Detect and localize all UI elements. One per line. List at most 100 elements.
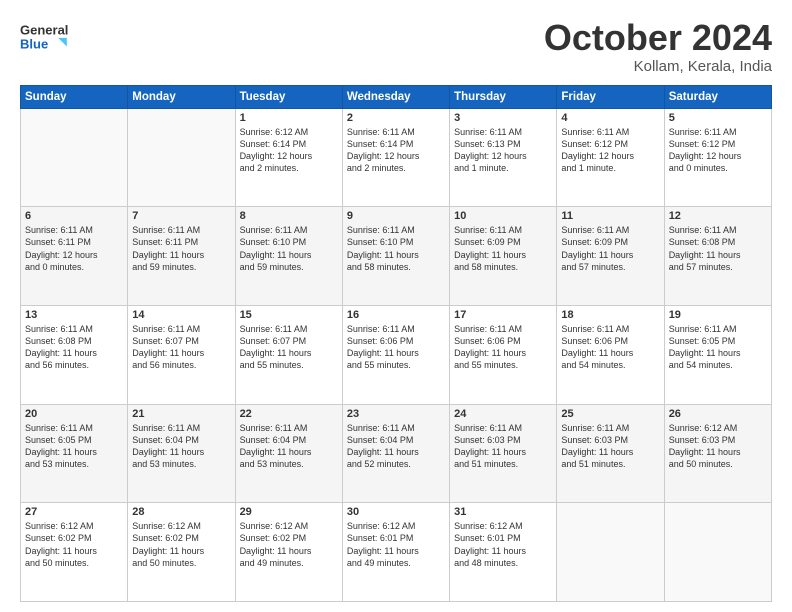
day-detail: Sunrise: 6:11 AM Sunset: 6:04 PM Dayligh… (132, 422, 230, 471)
calendar-cell: 8 Sunrise: 6:11 AM Sunset: 6:10 PM Daylig… (235, 207, 342, 306)
day-detail: Sunrise: 6:11 AM Sunset: 6:12 PM Dayligh… (669, 126, 767, 175)
day-detail: Sunrise: 6:11 AM Sunset: 6:08 PM Dayligh… (25, 323, 123, 372)
calendar-cell: 6 Sunrise: 6:11 AM Sunset: 6:11 PM Daylig… (21, 207, 128, 306)
calendar-cell: 25 Sunrise: 6:11 AM Sunset: 6:03 PM Dayli… (557, 404, 664, 503)
calendar-cell: 10Sunrise: 6:11 AM Sunset: 6:09 PM Dayli… (450, 207, 557, 306)
day-number: 19 (669, 309, 767, 321)
day-detail: Sunrise: 6:12 AM Sunset: 6:01 PM Dayligh… (347, 520, 445, 569)
day-number: 24 (454, 408, 552, 420)
day-detail: Sunrise: 6:11 AM Sunset: 6:06 PM Dayligh… (454, 323, 552, 372)
calendar-cell (557, 503, 664, 602)
calendar-cell: 16 Sunrise: 6:11 AM Sunset: 6:06 PM Dayli… (342, 305, 449, 404)
day-detail: Sunrise: 6:11 AM Sunset: 6:04 PM Dayligh… (347, 422, 445, 471)
calendar-week-1: 6 Sunrise: 6:11 AM Sunset: 6:11 PM Daylig… (21, 207, 772, 306)
page: General Blue October 2024 Kollam, Kerala… (0, 0, 792, 612)
calendar-cell: 29Sunrise: 6:12 AM Sunset: 6:02 PM Dayli… (235, 503, 342, 602)
day-number: 9 (347, 210, 445, 222)
month-title: October 2024 (544, 18, 772, 58)
day-number: 18 (561, 309, 659, 321)
calendar-header-thursday: Thursday (450, 85, 557, 108)
svg-text:General: General (20, 22, 68, 37)
day-number: 6 (25, 210, 123, 222)
day-detail: Sunrise: 6:11 AM Sunset: 6:07 PM Dayligh… (240, 323, 338, 372)
calendar-header-row: SundayMondayTuesdayWednesdayThursdayFrid… (21, 85, 772, 108)
calendar-cell: 9Sunrise: 6:11 AM Sunset: 6:10 PM Daylig… (342, 207, 449, 306)
calendar-cell: 24 Sunrise: 6:11 AM Sunset: 6:03 PM Dayli… (450, 404, 557, 503)
day-number: 3 (454, 112, 552, 124)
day-detail: Sunrise: 6:11 AM Sunset: 6:05 PM Dayligh… (25, 422, 123, 471)
day-number: 16 (347, 309, 445, 321)
logo-svg: General Blue (20, 18, 72, 56)
calendar-cell (664, 503, 771, 602)
day-number: 26 (669, 408, 767, 420)
calendar-header-tuesday: Tuesday (235, 85, 342, 108)
day-number: 28 (132, 506, 230, 518)
day-detail: Sunrise: 6:11 AM Sunset: 6:03 PM Dayligh… (561, 422, 659, 471)
day-number: 22 (240, 408, 338, 420)
day-detail: Sunrise: 6:11 AM Sunset: 6:11 PM Dayligh… (25, 224, 123, 273)
location: Kollam, Kerala, India (544, 58, 772, 75)
day-detail: Sunrise: 6:11 AM Sunset: 6:05 PM Dayligh… (669, 323, 767, 372)
day-number: 8 (240, 210, 338, 222)
day-number: 21 (132, 408, 230, 420)
day-number: 5 (669, 112, 767, 124)
calendar-cell: 5 Sunrise: 6:11 AM Sunset: 6:12 PM Daylig… (664, 108, 771, 207)
calendar-cell: 11Sunrise: 6:11 AM Sunset: 6:09 PM Dayli… (557, 207, 664, 306)
calendar-cell: 15 Sunrise: 6:11 AM Sunset: 6:07 PM Dayli… (235, 305, 342, 404)
calendar-header-sunday: Sunday (21, 85, 128, 108)
calendar-cell: 28Sunrise: 6:12 AM Sunset: 6:02 PM Dayli… (128, 503, 235, 602)
calendar-cell: 18 Sunrise: 6:11 AM Sunset: 6:06 PM Dayli… (557, 305, 664, 404)
day-detail: Sunrise: 6:11 AM Sunset: 6:07 PM Dayligh… (132, 323, 230, 372)
calendar-cell: 1 Sunrise: 6:12 AM Sunset: 6:14 PM Daylig… (235, 108, 342, 207)
calendar-cell: 7 Sunrise: 6:11 AM Sunset: 6:11 PM Daylig… (128, 207, 235, 306)
day-detail: Sunrise: 6:12 AM Sunset: 6:03 PM Dayligh… (669, 422, 767, 471)
calendar-cell: 12 Sunrise: 6:11 AM Sunset: 6:08 PM Dayli… (664, 207, 771, 306)
calendar-table: SundayMondayTuesdayWednesdayThursdayFrid… (20, 85, 772, 602)
svg-text:Blue: Blue (20, 36, 48, 51)
logo: General Blue (20, 18, 72, 56)
day-detail: Sunrise: 6:11 AM Sunset: 6:06 PM Dayligh… (347, 323, 445, 372)
calendar-week-0: 1 Sunrise: 6:12 AM Sunset: 6:14 PM Daylig… (21, 108, 772, 207)
calendar-header-saturday: Saturday (664, 85, 771, 108)
day-detail: Sunrise: 6:12 AM Sunset: 6:01 PM Dayligh… (454, 520, 552, 569)
calendar-cell: 27Sunrise: 6:12 AM Sunset: 6:02 PM Dayli… (21, 503, 128, 602)
day-detail: Sunrise: 6:11 AM Sunset: 6:11 PM Dayligh… (132, 224, 230, 273)
calendar-cell (128, 108, 235, 207)
day-number: 25 (561, 408, 659, 420)
day-detail: Sunrise: 6:11 AM Sunset: 6:09 PM Dayligh… (561, 224, 659, 273)
day-detail: Sunrise: 6:11 AM Sunset: 6:13 PM Dayligh… (454, 126, 552, 175)
day-number: 30 (347, 506, 445, 518)
day-detail: Sunrise: 6:11 AM Sunset: 6:10 PM Dayligh… (240, 224, 338, 273)
day-number: 15 (240, 309, 338, 321)
day-detail: Sunrise: 6:11 AM Sunset: 6:12 PM Dayligh… (561, 126, 659, 175)
calendar-cell: 13Sunrise: 6:11 AM Sunset: 6:08 PM Dayli… (21, 305, 128, 404)
day-number: 2 (347, 112, 445, 124)
day-number: 7 (132, 210, 230, 222)
day-detail: Sunrise: 6:11 AM Sunset: 6:14 PM Dayligh… (347, 126, 445, 175)
day-detail: Sunrise: 6:11 AM Sunset: 6:08 PM Dayligh… (669, 224, 767, 273)
day-detail: Sunrise: 6:11 AM Sunset: 6:03 PM Dayligh… (454, 422, 552, 471)
calendar-cell: 21 Sunrise: 6:11 AM Sunset: 6:04 PM Dayli… (128, 404, 235, 503)
day-number: 31 (454, 506, 552, 518)
calendar-header-friday: Friday (557, 85, 664, 108)
calendar-cell: 30 Sunrise: 6:12 AM Sunset: 6:01 PM Dayli… (342, 503, 449, 602)
day-number: 23 (347, 408, 445, 420)
day-number: 14 (132, 309, 230, 321)
day-number: 1 (240, 112, 338, 124)
calendar-week-3: 20 Sunrise: 6:11 AM Sunset: 6:05 PM Dayli… (21, 404, 772, 503)
calendar-cell: 17 Sunrise: 6:11 AM Sunset: 6:06 PM Dayli… (450, 305, 557, 404)
day-detail: Sunrise: 6:11 AM Sunset: 6:06 PM Dayligh… (561, 323, 659, 372)
calendar-cell: 22 Sunrise: 6:11 AM Sunset: 6:04 PM Dayli… (235, 404, 342, 503)
day-detail: Sunrise: 6:11 AM Sunset: 6:04 PM Dayligh… (240, 422, 338, 471)
day-number: 20 (25, 408, 123, 420)
calendar-cell: 14 Sunrise: 6:11 AM Sunset: 6:07 PM Dayli… (128, 305, 235, 404)
calendar-header-monday: Monday (128, 85, 235, 108)
calendar-cell: 23 Sunrise: 6:11 AM Sunset: 6:04 PM Dayli… (342, 404, 449, 503)
calendar-cell: 20 Sunrise: 6:11 AM Sunset: 6:05 PM Dayli… (21, 404, 128, 503)
day-number: 17 (454, 309, 552, 321)
day-detail: Sunrise: 6:12 AM Sunset: 6:14 PM Dayligh… (240, 126, 338, 175)
calendar-cell: 3 Sunrise: 6:11 AM Sunset: 6:13 PM Daylig… (450, 108, 557, 207)
day-detail: Sunrise: 6:11 AM Sunset: 6:09 PM Dayligh… (454, 224, 552, 273)
calendar-header-wednesday: Wednesday (342, 85, 449, 108)
day-number: 12 (669, 210, 767, 222)
